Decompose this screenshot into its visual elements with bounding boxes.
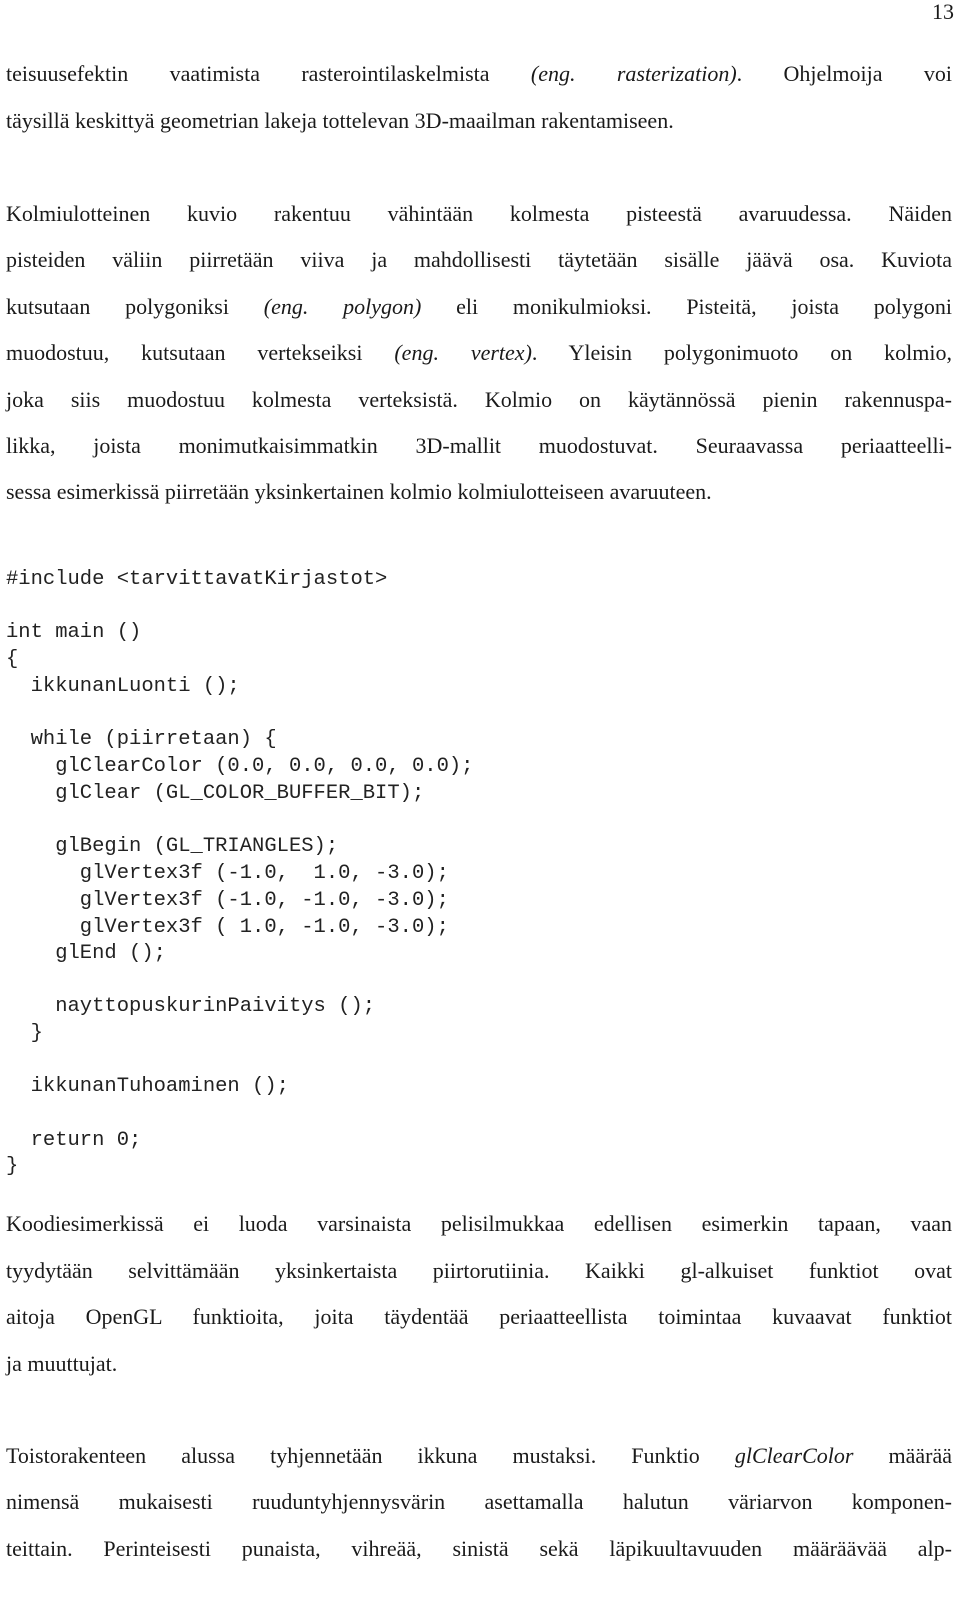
code-line: glVertex3f ( 1.0, -1.0, -3.0); xyxy=(6,916,449,939)
code-line: glClear (GL_COLOR_BUFFER_BIT); xyxy=(6,782,425,805)
text-span: nimensä mukaisesti ruuduntyhjennysvärin … xyxy=(6,1489,952,1514)
code-line: { xyxy=(6,648,19,671)
text-span: ja muuttujat. xyxy=(6,1351,118,1376)
text-line: likka, joista monimutkaisimmatkin 3D-mal… xyxy=(6,432,952,460)
text-span: tyydytään selvittämään yksinkertaista pi… xyxy=(6,1258,952,1283)
text-line: täysillä keskittyä geometrian lakeja tot… xyxy=(6,107,952,135)
code-line: glVertex3f (-1.0, -1.0, -3.0); xyxy=(6,889,449,912)
text-line: teisuusefektin vaatimista rasterointilas… xyxy=(6,60,952,88)
code-line: nayttopuskurinPaivitys (); xyxy=(6,995,376,1018)
text-line: ja muuttujat. xyxy=(6,1350,952,1378)
page-number: 13 xyxy=(932,0,954,24)
code-line: ikkunanTuhoaminen (); xyxy=(6,1075,289,1098)
text-line: Toistorakenteen alussa tyhjennetään ikku… xyxy=(6,1442,952,1470)
text-line: muodostuu, kutsutaan vertekseiksi (eng. … xyxy=(6,339,952,367)
text-line: sessa esimerkissä piirretään yksinkertai… xyxy=(6,478,952,506)
text-line: kutsutaan polygoniksi (eng. polygon) eli… xyxy=(6,293,952,321)
text-span: Toistorakenteen alussa tyhjennetään ikku… xyxy=(6,1443,735,1468)
text-line: tyydytään selvittämään yksinkertaista pi… xyxy=(6,1257,952,1285)
italic-term: glClearColor xyxy=(734,1443,854,1468)
text-line: aitoja OpenGL funktioita, joita täydentä… xyxy=(6,1303,952,1331)
code-line: return 0; xyxy=(6,1129,142,1152)
text-line: Koodiesimerkissä ei luoda varsinaista pe… xyxy=(6,1210,952,1238)
text-span: Koodiesimerkissä ei luoda varsinaista pe… xyxy=(6,1211,952,1236)
text-line: teittain. Perinteisesti punaista, vihreä… xyxy=(6,1535,952,1563)
text-span: eli monikulmioksi. Pisteitä, joista poly… xyxy=(421,294,953,319)
text-span: määrää xyxy=(853,1443,952,1468)
text-line: pisteiden väliin piirretään viiva ja mah… xyxy=(6,246,952,274)
text-span: muodostuu, kutsutaan vertekseiksi xyxy=(6,340,395,365)
code-line: glVertex3f (-1.0, 1.0, -3.0); xyxy=(6,862,449,885)
text-span: kutsutaan polygoniksi xyxy=(6,294,264,319)
text-span: . Yleisin polygonimuoto on kolmio, xyxy=(531,340,952,365)
italic-term: (eng. rasterization) xyxy=(530,61,737,86)
text-span: joka siis muodostuu kolmesta verteksistä… xyxy=(6,387,952,412)
text-span: teisuusefektin vaatimista rasterointilas… xyxy=(6,61,531,86)
text-span: sessa esimerkissä piirretään yksinkertai… xyxy=(6,479,712,504)
code-line: #include <tarvittavatKirjastot> xyxy=(6,568,388,591)
code-line: } xyxy=(6,1155,19,1178)
text-span: Kolmiulotteinen kuvio rakentuu vähintään… xyxy=(6,201,952,226)
italic-term: (eng. polygon) xyxy=(263,294,422,319)
italic-term: (eng. vertex) xyxy=(394,340,532,365)
code-line: while (piirretaan) { xyxy=(6,728,277,751)
text-span: teittain. Perinteisesti punaista, vihreä… xyxy=(6,1536,952,1561)
text-span: likka, joista monimutkaisimmatkin 3D-mal… xyxy=(6,433,952,458)
code-line: glEnd (); xyxy=(6,942,166,965)
code-line: ikkunanLuonti (); xyxy=(6,675,240,698)
text-span: . Ohjelmoija voi xyxy=(736,61,952,86)
code-line: glBegin (GL_TRIANGLES); xyxy=(6,835,339,858)
code-line: int main () xyxy=(6,621,142,644)
text-span: täysillä keskittyä geometrian lakeja tot… xyxy=(6,108,674,133)
text-span: pisteiden väliin piirretään viiva ja mah… xyxy=(6,247,952,272)
text-span: aitoja OpenGL funktioita, joita täydentä… xyxy=(6,1304,952,1329)
code-line: } xyxy=(6,1022,43,1045)
text-line: nimensä mukaisesti ruuduntyhjennysvärin … xyxy=(6,1488,952,1516)
text-line: Kolmiulotteinen kuvio rakentuu vähintään… xyxy=(6,200,952,228)
code-line: glClearColor (0.0, 0.0, 0.0, 0.0); xyxy=(6,755,474,778)
text-line: joka siis muodostuu kolmesta verteksistä… xyxy=(6,386,952,414)
